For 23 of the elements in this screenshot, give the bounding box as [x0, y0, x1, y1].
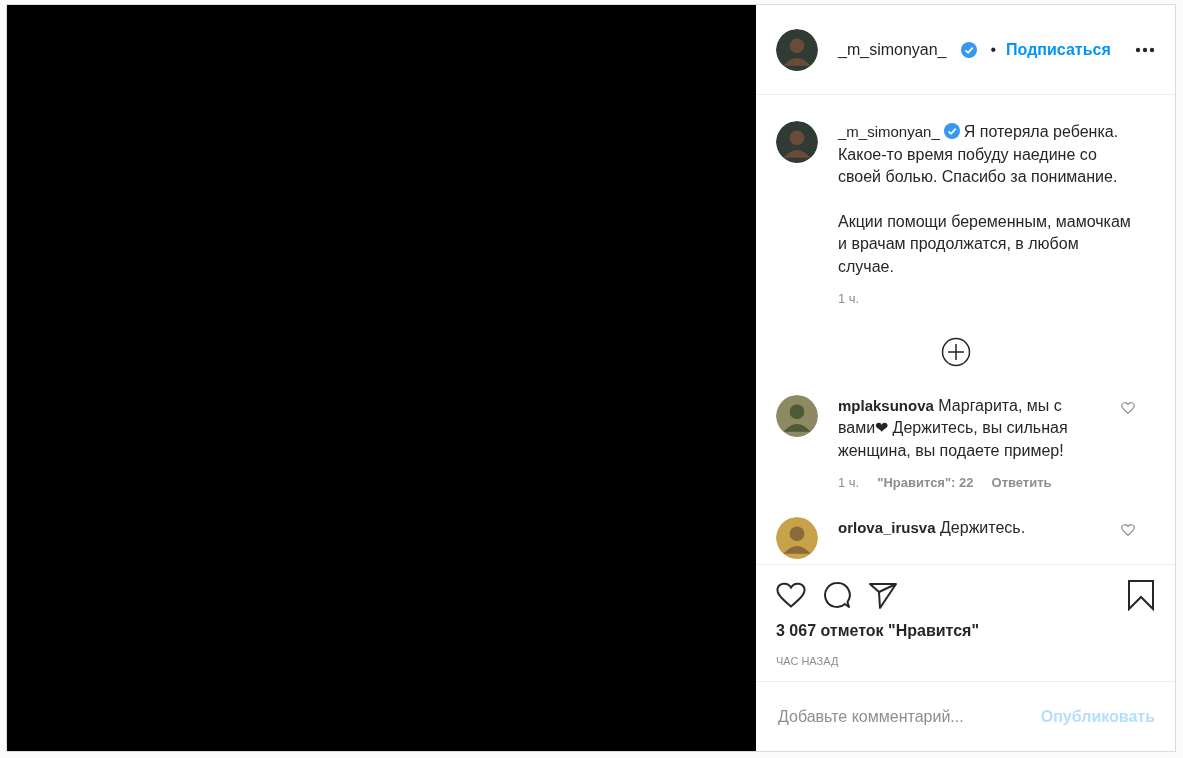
avatar[interactable]	[776, 28, 818, 71]
avatar[interactable]	[776, 516, 818, 559]
separator-dot: •	[990, 39, 997, 60]
username-link[interactable]: orlova_irusva	[838, 518, 936, 536]
avatar[interactable]	[776, 121, 818, 163]
likes-count[interactable]: 3 067 отметок "Нравится"	[776, 619, 1155, 643]
heart-icon[interactable]	[776, 580, 806, 610]
caption-text: Акции помощи беременным, мамочкам и врачам продолжатся, в любом случае.	[838, 211, 1132, 277]
avatar[interactable]	[776, 394, 818, 437]
username-link[interactable]: mplaksunova	[838, 396, 934, 414]
caption-text: _m_simonyan_ Я потеряла ребенка. Какое-то время побуду наедине со своей болью. Спасибо за понимание.	[838, 122, 1120, 187]
more-options-icon[interactable]	[1135, 46, 1155, 53]
bookmark-icon[interactable]	[1127, 579, 1155, 611]
share-icon[interactable]	[868, 580, 898, 610]
post-time: ЧАС НАЗАД	[776, 654, 840, 669]
comment-text: orlova_irusva Держитесь.	[838, 517, 1027, 538]
timestamp: 1 ч.	[838, 474, 860, 492]
comment-icon[interactable]	[822, 580, 852, 610]
load-more-icon[interactable]	[940, 336, 971, 367]
username-link[interactable]: _m_simonyan_	[838, 123, 940, 140]
username-link[interactable]: _m_simonyan_	[838, 37, 947, 62]
comment-text: mplaksunova Маргарита, мы с вами❤ Держитесь, вы сильная женщина, вы подаете пример!	[838, 395, 1069, 461]
timestamp: 1 ч.	[838, 290, 860, 308]
